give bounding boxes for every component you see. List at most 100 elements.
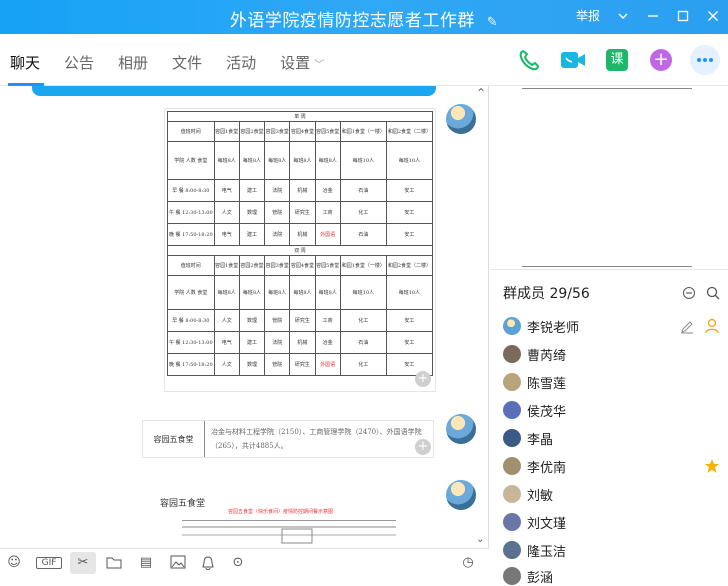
member-item[interactable]: 曹芮绮 <box>503 344 566 364</box>
member-item[interactable]: 刘敏 <box>503 484 553 504</box>
search-members-icon[interactable] <box>682 285 696 304</box>
avatar <box>503 485 521 503</box>
table-cell: 化工 <box>339 353 387 376</box>
class-button[interactable]: 课 <box>602 45 632 75</box>
group-title-text: 外语学院疫情防控志愿者工作群 <box>229 11 475 31</box>
member-item[interactable]: 侯茂华 <box>503 400 566 420</box>
table-cell: 安工 <box>385 331 434 354</box>
member-item[interactable]: 陈雪莲 <box>503 372 566 392</box>
bell-icon[interactable] <box>200 555 216 571</box>
table-cell: 每班8人 <box>289 141 316 180</box>
tab-album-label: 相册 <box>118 54 149 72</box>
member-name: 李晶 <box>527 432 554 448</box>
tab-files-label: 文件 <box>172 54 203 72</box>
table-cell: 冶金 <box>314 179 341 202</box>
tab-settings[interactable]: 设置 ﹀ <box>268 34 336 86</box>
screenshot-scissors-icon[interactable]: ✂ <box>70 552 96 574</box>
maximize-icon[interactable] <box>676 9 690 23</box>
table-header-cell: 容园3食堂 <box>264 121 291 142</box>
title-bar: 外语学院疫情防控志愿者工作群 ✎ 举报 <box>0 0 728 34</box>
avatar[interactable] <box>446 104 476 134</box>
image-icon[interactable] <box>170 555 186 571</box>
table-cell: 数理 <box>238 353 266 376</box>
admin-badge-icon <box>704 318 720 338</box>
report-button[interactable]: 举报 <box>576 7 600 24</box>
gif-icon[interactable]: GIF <box>36 557 62 569</box>
table-cell: 法院 <box>264 223 291 246</box>
text-message-body: 冶金与材料工程学院（2150）、工商管理学院（2470）、外国语学院（265），… <box>211 428 422 450</box>
history-clock-icon[interactable]: ◷ <box>460 555 476 571</box>
sticker-icon[interactable]: ▤ <box>138 555 154 571</box>
table-cell: 石油 <box>339 223 387 246</box>
table-header-cell: 和园2食堂（二楼） <box>385 255 434 276</box>
table-header-cell: 容园4食堂 <box>289 121 316 142</box>
tab-announcement-label: 公告 <box>64 54 95 72</box>
avatar[interactable] <box>446 414 476 444</box>
video-call-button[interactable] <box>558 45 588 75</box>
minimize-icon[interactable] <box>646 9 660 23</box>
table-cell: 机械 <box>289 223 316 246</box>
members-header: 群成员 29/56 <box>503 286 590 302</box>
member-item[interactable]: 李优南 <box>503 456 566 476</box>
table-header-cell: 和园1食堂（一楼） <box>339 255 387 276</box>
table-cell: 安工 <box>385 201 434 224</box>
double-week-label: 双 周 <box>167 245 433 256</box>
input-toolbar: ☺ GIF ✂ ▤ ⊙ ◷ <box>0 548 489 575</box>
floorplan-image-message[interactable]: 容园五食堂 容园五食堂（快乐食间）疫情防控期间餐示意图 <box>142 486 436 548</box>
table-header-cell: 容园5食堂 <box>314 255 341 276</box>
tab-activity[interactable]: 活动 <box>214 34 268 86</box>
class-icon: 课 <box>606 49 628 71</box>
member-item[interactable]: 李锐老师 <box>503 316 579 336</box>
tab-files[interactable]: 文件 <box>160 34 214 86</box>
zoom-icon[interactable]: + <box>415 439 431 455</box>
table-cell: 管院 <box>264 309 291 332</box>
voice-call-button[interactable] <box>514 45 544 75</box>
avatar <box>503 429 521 447</box>
table-cell: 每班8人 <box>238 275 266 310</box>
table-cell: 人文 <box>213 353 240 376</box>
more-button[interactable] <box>690 45 720 75</box>
edit-icon[interactable] <box>680 319 694 338</box>
table-cell: 晚 餐 17:50-18:20 <box>167 223 215 246</box>
emoji-icon[interactable]: ☺ <box>6 555 22 571</box>
avatar[interactable] <box>446 480 476 510</box>
table-cell: 学院 人数 食堂 <box>167 275 215 310</box>
table-cell: 建工 <box>238 331 266 354</box>
member-item[interactable]: 刘文瑾 <box>503 512 566 532</box>
member-name: 隆玉洁 <box>527 544 567 560</box>
schedule-table: 单 周 值班时间 容园1食堂 容园2食堂 容园3食堂 容园4食堂 容园5食堂 和… <box>167 111 434 376</box>
table-header-cell: 容园1食堂 <box>213 121 240 142</box>
chevron-down-icon[interactable] <box>616 9 630 23</box>
tab-chat[interactable]: 聊天 <box>0 34 52 86</box>
tab-settings-label: 设置 <box>280 54 311 72</box>
table-cell: 研究生 <box>289 201 316 224</box>
add-app-button[interactable]: + <box>646 45 676 75</box>
edit-title-icon[interactable]: ✎ <box>487 15 498 30</box>
chevron-down-icon: ﹀ <box>314 60 325 71</box>
chat-area[interactable]: ⌃ 单 周 值班时间 容园1食堂 容园2食堂 容园3食堂 容园4食堂 容园5食堂… <box>0 86 489 548</box>
member-item[interactable]: 彭涵 <box>503 566 553 586</box>
table-cell: 法院 <box>264 331 291 354</box>
folder-icon[interactable] <box>106 555 122 571</box>
member-item[interactable]: 李晶 <box>503 428 553 448</box>
member-item[interactable]: 隆玉洁 <box>503 540 566 560</box>
collapse-icon[interactable]: ⌃ <box>476 86 486 100</box>
text-message[interactable]: 容园五食堂 冶金与材料工程学院（2150）、工商管理学院（2470）、外国语学院… <box>142 420 434 458</box>
zoom-icon[interactable]: + <box>415 371 431 387</box>
member-name: 曹芮绮 <box>527 348 567 364</box>
notice-divider <box>522 266 692 267</box>
tab-album[interactable]: 相册 <box>106 34 160 86</box>
tab-announcement[interactable]: 公告 <box>52 34 106 86</box>
table-cell: 化工 <box>339 309 387 332</box>
more-options-icon[interactable]: ⊙ <box>230 555 246 571</box>
avatar <box>503 401 521 419</box>
close-icon[interactable] <box>706 9 720 23</box>
group-notice-area[interactable] <box>490 86 728 270</box>
scroll-down-icon[interactable]: ⌄ <box>476 534 484 545</box>
table-cell: 每班8人 <box>213 141 240 180</box>
schedule-image-message[interactable]: 单 周 值班时间 容园1食堂 容园2食堂 容园3食堂 容园4食堂 容园5食堂 和… <box>164 108 436 392</box>
table-cell: 机械 <box>289 179 316 202</box>
more-dots-icon <box>697 58 713 62</box>
search-icon[interactable] <box>706 285 720 304</box>
table-cell: 人文 <box>213 201 240 224</box>
